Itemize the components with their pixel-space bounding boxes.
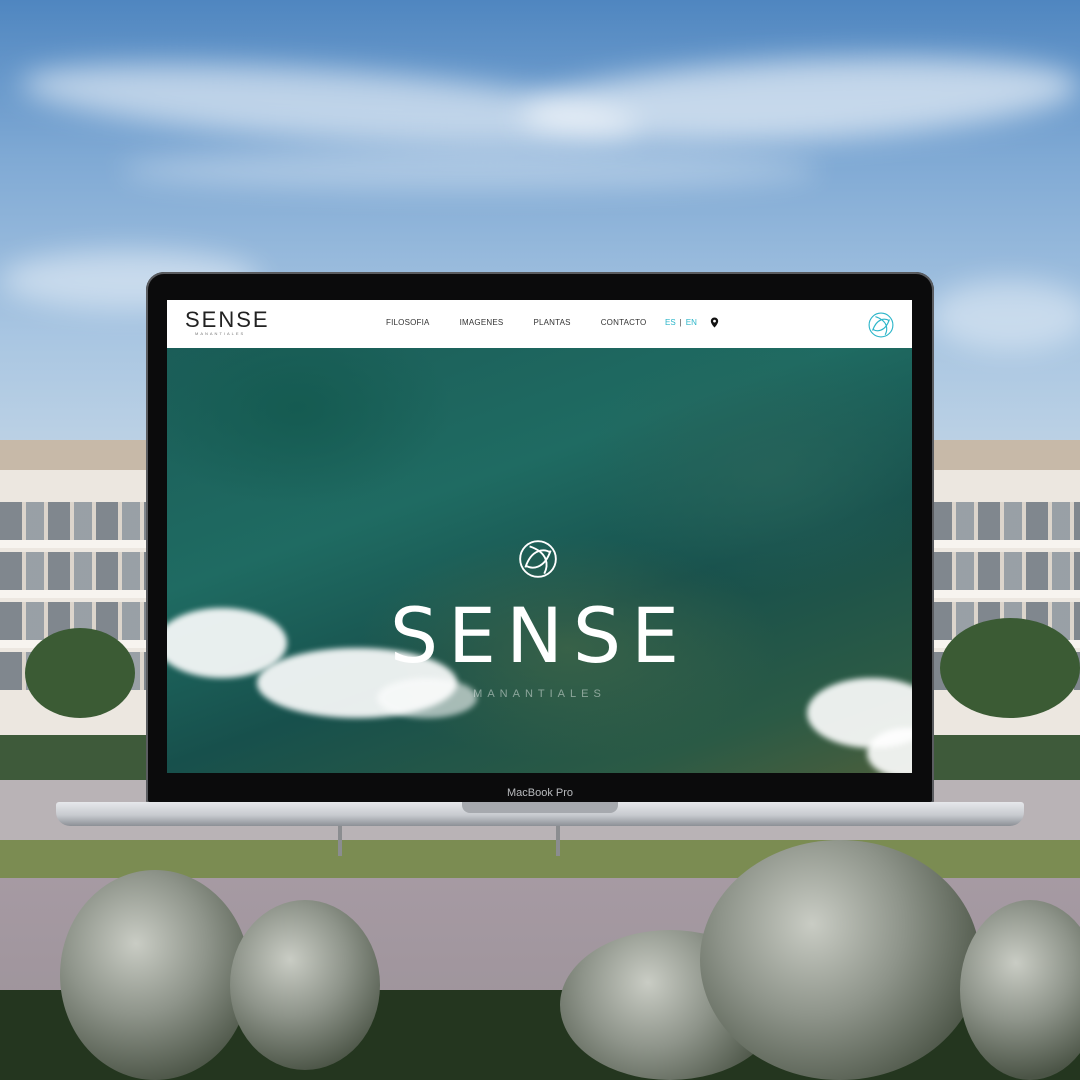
nav-item-filosofia[interactable]: FILOSOFIA [386,318,430,327]
nav-menu: FILOSOFIA IMAGENES PLANTAS CONTACTO [386,318,646,327]
shrub [700,840,980,1080]
hero-section: SENSE MANANTIALES [167,348,912,773]
site-header: SENSE MANANTIALES FILOSOFIA IMAGENES PLA… [167,300,912,348]
sense-emblem-icon[interactable] [867,311,895,339]
language-switcher: ES | EN [665,318,697,327]
shrub [60,870,250,1080]
nav-item-plantas[interactable]: PLANTAS [533,318,570,327]
lang-separator: | [679,318,682,327]
bench-post [338,826,342,856]
cloud [930,280,1080,350]
site-logo[interactable]: SENSE MANANTIALES [185,309,270,337]
hero-subtitle: MANANTIALES [473,688,606,700]
location-pin-icon[interactable] [709,317,720,328]
laptop-notch [462,802,618,813]
nav-item-imagenes[interactable]: IMAGENES [460,318,504,327]
cloud [120,150,820,190]
laptop-screen: SENSE MANANTIALES FILOSOFIA IMAGENES PLA… [167,300,912,773]
tree [940,618,1080,718]
lang-es[interactable]: ES [665,318,676,327]
sense-emblem-icon [519,540,557,578]
device-label: MacBook Pro [506,787,574,799]
bench-post [556,826,560,856]
cloud [518,45,1080,155]
shrub [230,900,380,1070]
hero-title: SENSE [389,591,690,680]
lang-en[interactable]: EN [686,318,697,327]
nav-item-contacto[interactable]: CONTACTO [601,318,647,327]
logo-word: SENSE [185,307,270,332]
tree [25,628,135,718]
